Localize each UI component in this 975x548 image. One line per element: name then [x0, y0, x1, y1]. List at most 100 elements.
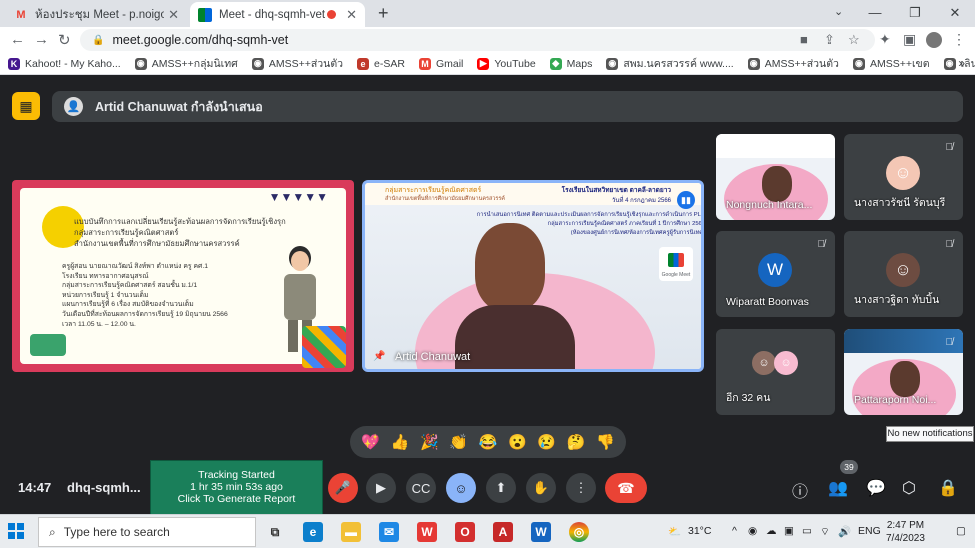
- captions-button[interactable]: CC: [406, 473, 436, 503]
- host-controls-icon[interactable]: 🔒: [938, 478, 958, 498]
- file-explorer-icon[interactable]: ▬: [341, 522, 361, 542]
- tab-meet[interactable]: Meet - dhq-sqmh-vet ✕: [190, 2, 365, 27]
- pin-icon[interactable]: 📌: [373, 351, 385, 362]
- minimize-icon[interactable]: —: [855, 0, 895, 27]
- back-icon[interactable]: ←: [10, 31, 25, 48]
- word-icon[interactable]: W: [531, 522, 551, 542]
- camera-button[interactable]: ▶: [366, 473, 396, 503]
- close-window-icon[interactable]: ✕: [935, 0, 975, 27]
- participant-tile[interactable]: 🎙̸ ☺ นางสาวรัชนี รัตนบุรี: [844, 134, 963, 220]
- reaction-emoji-button[interactable]: 🎉: [420, 433, 439, 451]
- taskbar-time: 2:47 PM: [886, 520, 925, 531]
- edge-icon[interactable]: e: [303, 522, 323, 542]
- bookmark-item[interactable]: ▶ YouTube: [477, 57, 536, 70]
- show-hidden-icons[interactable]: ^: [732, 525, 737, 537]
- speaker-body: [455, 305, 575, 369]
- volume-icon[interactable]: 🔊: [838, 525, 851, 538]
- presentation-icon[interactable]: ▦: [12, 92, 40, 120]
- mic-off-button[interactable]: 🎤: [328, 473, 358, 503]
- share-icon[interactable]: ⇪: [824, 32, 835, 48]
- mail-icon[interactable]: ✉: [379, 522, 399, 542]
- wifi-icon[interactable]: ⌔: [820, 525, 830, 539]
- side-panel-icon[interactable]: ▣: [903, 31, 916, 48]
- present-screen-button[interactable]: ⬆: [486, 473, 516, 503]
- lock-icon[interactable]: 🔒: [92, 35, 104, 46]
- bookmark-item[interactable]: ◉ AMSS++กลุ่มนิเทศ: [134, 55, 238, 72]
- active-speaker-tile[interactable]: กลุ่มสาระการเรียนรู้คณิตศาสตร์ สำนักงานเ…: [362, 180, 704, 372]
- chat-icon[interactable]: 💬: [866, 478, 886, 498]
- reaction-emoji-button[interactable]: 🤔: [567, 433, 586, 451]
- task-view-icon[interactable]: ⧉: [265, 522, 285, 542]
- notification-center-icon[interactable]: ▢: [956, 525, 966, 537]
- close-tab-icon[interactable]: ✕: [346, 7, 357, 23]
- tab-search-icon[interactable]: ⌄: [834, 5, 843, 18]
- bookmark-label: AMSS++เขต: [869, 58, 930, 70]
- participant-tile[interactable]: Nongnuch Intara...: [716, 134, 835, 220]
- tracking-report-button[interactable]: Tracking Started 1 hr 35 min 53s ago Cli…: [150, 460, 323, 517]
- more-options-button[interactable]: ⋮: [566, 473, 596, 503]
- participant-tile[interactable]: 🎙̸ W Wiparatt Boonvas: [716, 231, 835, 317]
- others-tile[interactable]: ☺ ☺ อีก 32 คน: [716, 329, 835, 415]
- acrobat-icon[interactable]: A: [493, 522, 513, 542]
- chrome-icon[interactable]: ◎: [569, 522, 589, 542]
- emoji-button[interactable]: ☺: [446, 473, 476, 503]
- taskbar-search-box[interactable]: ⌕ Type here to search: [38, 517, 256, 547]
- input-language[interactable]: ENG: [858, 525, 881, 537]
- bookmark-item[interactable]: M Gmail: [418, 57, 463, 70]
- tray-app-icon[interactable]: ◉: [748, 525, 757, 537]
- reaction-emoji-button[interactable]: 😮: [508, 433, 527, 451]
- bookmark-item[interactable]: ◉ AMSS++ส่วนตัว: [747, 55, 839, 72]
- windows-start-icon[interactable]: [8, 523, 24, 539]
- new-tab-button[interactable]: +: [378, 3, 389, 24]
- tab-gmail-meet-room[interactable]: M ห้องประชุม Meet - p.noigor@gmai ✕: [6, 2, 187, 27]
- meeting-clock: 14:47: [18, 480, 52, 495]
- reaction-emoji-button[interactable]: 😂: [479, 433, 498, 451]
- bookmark-label: AMSS++ส่วนตัว: [268, 58, 344, 70]
- bookmark-item[interactable]: ◉ สพม.นครสวรรค์ www....: [606, 55, 734, 72]
- reload-icon[interactable]: ↻: [58, 31, 71, 49]
- people-icon[interactable]: 👥: [828, 478, 848, 498]
- bookmark-item[interactable]: ◉ AMSS++ส่วนตัว: [251, 55, 344, 72]
- participant-tile[interactable]: 🎙̸ ☺ นางสาวฐิดา ทับบิ้น: [844, 231, 963, 317]
- reaction-emoji-button[interactable]: 😢: [537, 433, 556, 451]
- reaction-emoji-button[interactable]: 💖: [361, 433, 380, 451]
- reaction-emoji-button[interactable]: 👍: [391, 433, 410, 451]
- presentation-slide[interactable]: ▼▼▼▼▼ แบบบันทึกการแลกเปลี่ยนเรียนรู้สะท้…: [12, 180, 354, 372]
- meeting-code[interactable]: dhq-sqmh...: [67, 480, 141, 495]
- close-tab-icon[interactable]: ✕: [168, 7, 179, 23]
- google-meet-logo: Google Meet: [659, 247, 693, 281]
- camera-icon[interactable]: ■: [800, 32, 808, 47]
- reaction-emoji-button[interactable]: 👏: [449, 433, 468, 451]
- gmail-icon: M: [16, 8, 26, 21]
- restore-icon[interactable]: ❐: [895, 0, 935, 27]
- tab-title: Meet - dhq-sqmh-vet: [219, 8, 326, 21]
- bookmark-item[interactable]: ◆ Maps: [549, 57, 592, 70]
- menu-icon[interactable]: ⋮: [952, 31, 966, 48]
- text-line: กลุ่มสาระการเรียนรู้คณิตศาสตร์ ภาคเรียนท…: [547, 221, 704, 227]
- raise-hand-button[interactable]: ✋: [526, 473, 556, 503]
- leave-call-button[interactable]: ☎: [605, 473, 647, 503]
- reaction-emoji-button[interactable]: 👎: [596, 433, 615, 451]
- line-icon[interactable]: ▣: [784, 525, 794, 537]
- forward-icon[interactable]: →: [34, 31, 49, 48]
- bookmark-item[interactable]: K Kahoot! - My Kaho...: [8, 57, 121, 70]
- onedrive-icon[interactable]: ☁: [766, 525, 777, 537]
- info-icon[interactable]: ⓘ: [792, 478, 808, 502]
- meet-icon: [198, 7, 212, 22]
- activities-icon[interactable]: ⬡: [902, 478, 916, 498]
- opera-icon[interactable]: O: [455, 522, 475, 542]
- slide-canvas: ▼▼▼▼▼ แบบบันทึกการแลกเปลี่ยนเรียนรู้สะท้…: [20, 188, 346, 364]
- wps-icon[interactable]: W: [417, 522, 437, 542]
- weather-temp[interactable]: 31°C: [688, 525, 711, 537]
- bookmark-item[interactable]: e e-SAR: [357, 57, 405, 70]
- profile-avatar[interactable]: [926, 32, 942, 48]
- more-bookmarks-icon[interactable]: »: [958, 56, 965, 70]
- rubiks-cube-illustration: [302, 326, 346, 368]
- extensions-icon[interactable]: ✦: [879, 31, 891, 48]
- address-bar[interactable]: 🔒 meet.google.com/dhq-sqmh-vet: [80, 29, 875, 51]
- bookmark-item[interactable]: ◉ AMSS++เขต: [852, 55, 930, 72]
- taskbar-clock[interactable]: 2:47 PM 7/4/2023: [886, 519, 925, 545]
- bookmark-star-icon[interactable]: ☆: [848, 32, 860, 48]
- network-icon[interactable]: ▭: [802, 525, 812, 537]
- participant-tile[interactable]: 🎙̸ Pattaraporn Noi...: [844, 329, 963, 415]
